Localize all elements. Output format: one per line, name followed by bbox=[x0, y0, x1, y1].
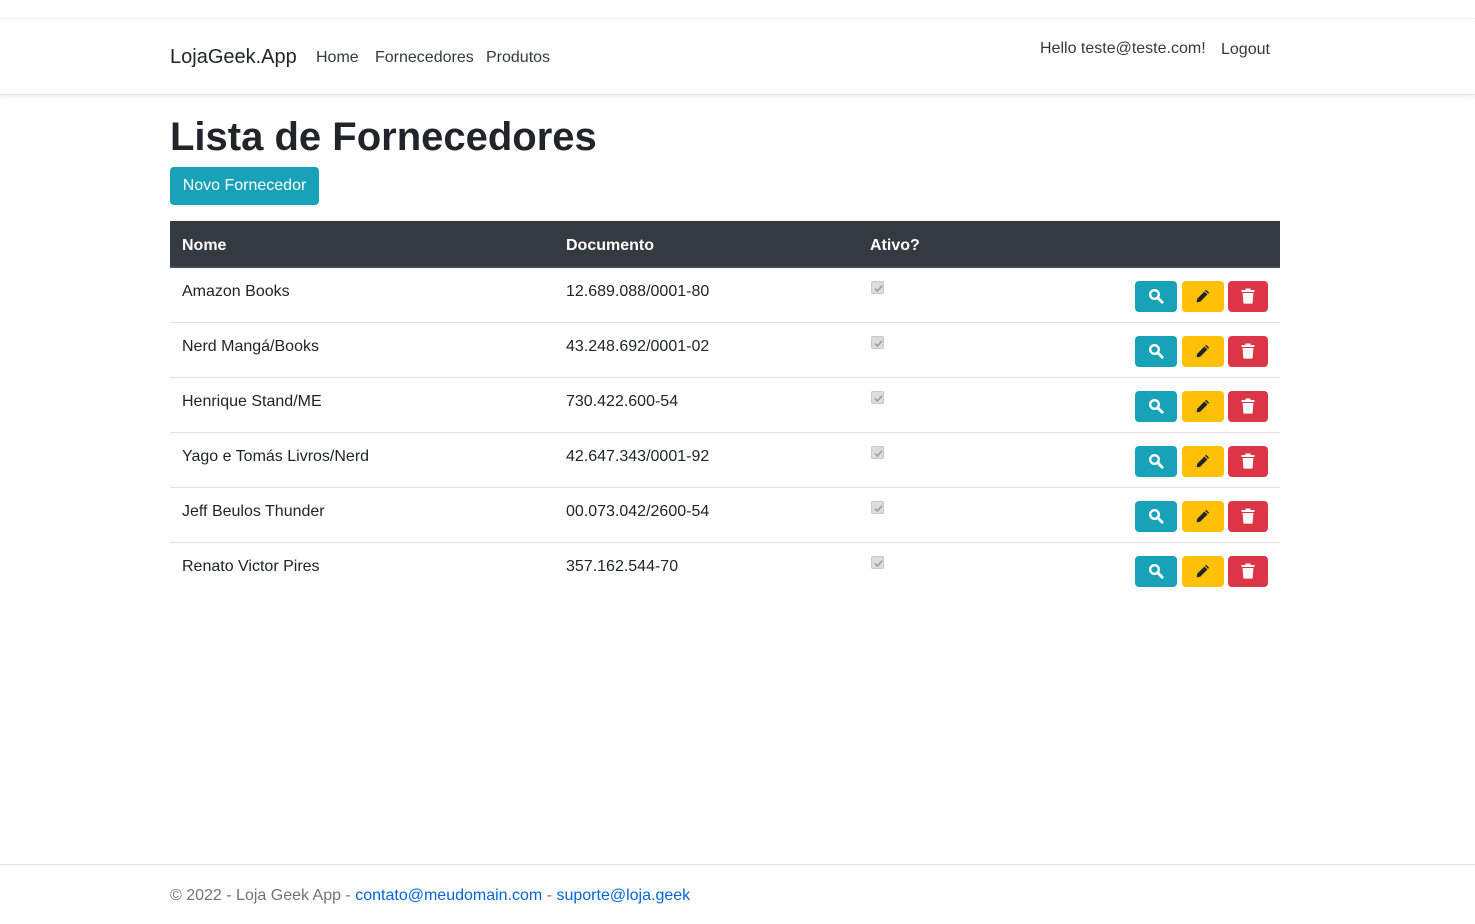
view-button[interactable] bbox=[1135, 336, 1177, 367]
table-row: Henrique Stand/ME 730.422.600-54 bbox=[170, 378, 1280, 433]
table-body: Amazon Books 12.689.088/0001-80 Nerd Mangá… bbox=[170, 268, 1280, 598]
cell-documento: 12.689.088/0001-80 bbox=[566, 283, 710, 300]
table-row: Yago e Tomás Livros/Nerd 42.647.343/0001-… bbox=[170, 433, 1280, 488]
delete-button[interactable] bbox=[1228, 281, 1268, 312]
table-row: Renato Victor Pires 357.162.544-70 bbox=[170, 543, 1280, 598]
column-header-ativo: Ativo? bbox=[870, 237, 920, 254]
logout-link[interactable]: Logout bbox=[1221, 41, 1270, 59]
delete-button[interactable] bbox=[1228, 391, 1268, 422]
column-header-nome: Nome bbox=[182, 237, 227, 254]
nav-home-link[interactable]: Home bbox=[316, 49, 359, 67]
active-checkbox[interactable] bbox=[871, 446, 884, 459]
top-strip bbox=[0, 0, 1475, 19]
cell-documento: 00.073.042/2600-54 bbox=[566, 503, 710, 520]
new-supplier-button[interactable]: Novo Fornecedor bbox=[170, 167, 319, 205]
edit-button[interactable] bbox=[1182, 391, 1224, 422]
cell-documento: 42.647.343/0001-92 bbox=[566, 448, 710, 465]
contact-email-link[interactable]: contato@meudomain.com bbox=[355, 887, 542, 904]
delete-button[interactable] bbox=[1228, 446, 1268, 477]
nav-produtos-link[interactable]: Produtos bbox=[486, 49, 550, 67]
user-greeting-link[interactable]: Hello teste@teste.com! bbox=[1040, 40, 1206, 58]
cell-nome: Amazon Books bbox=[182, 283, 290, 300]
column-header-documento: Documento bbox=[566, 237, 654, 254]
table-row: Amazon Books 12.689.088/0001-80 bbox=[170, 268, 1280, 323]
view-button[interactable] bbox=[1135, 281, 1177, 312]
support-email-link[interactable]: suporte@loja.geek bbox=[556, 887, 690, 904]
edit-button[interactable] bbox=[1182, 501, 1224, 532]
table-row: Nerd Mangá/Books 43.248.692/0001-02 bbox=[170, 323, 1280, 378]
cell-nome: Yago e Tomás Livros/Nerd bbox=[182, 448, 370, 465]
cell-documento: 357.162.544-70 bbox=[566, 558, 679, 575]
active-checkbox[interactable] bbox=[871, 391, 884, 404]
delete-button[interactable] bbox=[1228, 336, 1268, 367]
cell-nome: Nerd Mangá/Books bbox=[182, 338, 319, 355]
cell-nome: Renato Victor Pires bbox=[182, 558, 320, 575]
cell-documento: 43.248.692/0001-02 bbox=[566, 338, 710, 355]
footer-copyright: © 2022 - Loja Geek App - bbox=[170, 887, 351, 904]
brand-link[interactable]: LojaGeek.App bbox=[170, 46, 297, 69]
edit-button[interactable] bbox=[1182, 281, 1224, 312]
navbar: LojaGeek.App Home Fornecedores Produtos … bbox=[0, 19, 1475, 95]
page-title: Lista de Fornecedores bbox=[170, 115, 597, 159]
footer-text: © 2022 - Loja Geek App - contato@meudoma… bbox=[170, 887, 690, 905]
footer-separator: - bbox=[546, 887, 553, 904]
nav-fornecedores-link[interactable]: Fornecedores bbox=[375, 49, 474, 67]
edit-button[interactable] bbox=[1182, 446, 1224, 477]
table-header: Nome Documento Ativo? bbox=[170, 221, 1280, 268]
delete-button[interactable] bbox=[1228, 501, 1268, 532]
active-checkbox[interactable] bbox=[871, 556, 884, 569]
cell-nome: Henrique Stand/ME bbox=[182, 393, 322, 410]
delete-button[interactable] bbox=[1228, 556, 1268, 587]
active-checkbox[interactable] bbox=[871, 501, 884, 514]
view-button[interactable] bbox=[1135, 501, 1177, 532]
view-button[interactable] bbox=[1135, 391, 1177, 422]
cell-documento: 730.422.600-54 bbox=[566, 393, 679, 410]
view-button[interactable] bbox=[1135, 556, 1177, 587]
cell-nome: Jeff Beulos Thunder bbox=[182, 503, 325, 520]
active-checkbox[interactable] bbox=[871, 336, 884, 349]
view-button[interactable] bbox=[1135, 446, 1177, 477]
edit-button[interactable] bbox=[1182, 336, 1224, 367]
footer: © 2022 - Loja Geek App - contato@meudoma… bbox=[0, 864, 1475, 924]
active-checkbox[interactable] bbox=[871, 281, 884, 294]
edit-button[interactable] bbox=[1182, 556, 1224, 587]
table-row: Jeff Beulos Thunder 00.073.042/2600-54 bbox=[170, 488, 1280, 543]
suppliers-table: Nome Documento Ativo? Amazon Books 12.689… bbox=[170, 221, 1280, 598]
